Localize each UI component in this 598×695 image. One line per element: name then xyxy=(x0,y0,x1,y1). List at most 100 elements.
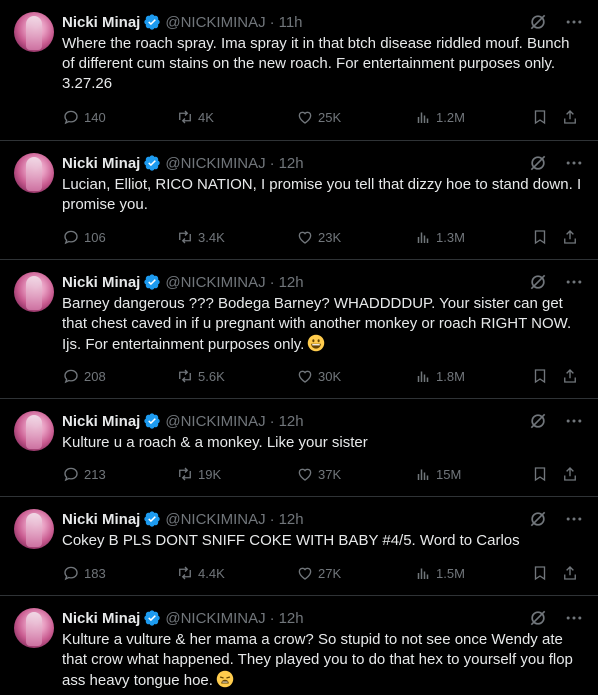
tweet[interactable]: Nicki Minaj @NICKIMINAJ · 12h Barney dan… xyxy=(0,260,598,399)
grok-icon[interactable] xyxy=(528,411,548,431)
like-icon xyxy=(298,111,312,124)
more-icon[interactable] xyxy=(564,411,584,431)
reply-button[interactable]: 208 xyxy=(62,366,106,386)
views-button[interactable]: 1.5M xyxy=(414,563,465,583)
like-button[interactable]: 27K xyxy=(296,563,341,583)
more-icon[interactable] xyxy=(564,12,584,32)
like-count: 25K xyxy=(318,109,342,125)
views-button[interactable]: 1.3M xyxy=(414,227,465,247)
author-handle[interactable]: @NICKIMINAJ xyxy=(165,274,265,291)
avatar[interactable] xyxy=(14,153,54,193)
like-count: 23K xyxy=(318,229,342,245)
tweet-text: Cokey B PLS DONT SNIFF COKE WITH BABY #4… xyxy=(62,532,520,549)
views-button[interactable]: 1.8M xyxy=(414,366,465,386)
tweet[interactable]: Nicki Minaj @NICKIMINAJ · 12h Cokey B PL… xyxy=(0,497,598,596)
author-name[interactable]: Nicki Minaj xyxy=(62,413,140,430)
bookmark-button[interactable] xyxy=(531,366,549,386)
like-icon xyxy=(298,567,312,580)
bookmark-button[interactable] xyxy=(531,107,549,127)
tweet[interactable]: Nicki Minaj @NICKIMINAJ · 12h Kulture u … xyxy=(0,399,598,497)
retweet-icon xyxy=(179,369,191,383)
share-button[interactable] xyxy=(561,227,579,247)
tweet-header: Nicki Minaj @NICKIMINAJ · 12h xyxy=(62,509,584,529)
reply-button[interactable]: 213 xyxy=(62,464,106,484)
bookmark-button[interactable] xyxy=(531,227,549,247)
tweet[interactable]: Nicki Minaj @NICKIMINAJ · 12h Kulture a … xyxy=(0,596,598,695)
share-button[interactable] xyxy=(561,107,579,127)
reply-icon xyxy=(64,230,78,245)
timeline-feed: Nicki Minaj @NICKIMINAJ · 11h Where the … xyxy=(0,0,598,695)
share-button[interactable] xyxy=(561,464,579,484)
views-count: 1.2M xyxy=(436,109,465,125)
retweet-count: 19K xyxy=(198,466,222,482)
bookmark-button[interactable] xyxy=(531,563,549,583)
like-button[interactable]: 37K xyxy=(296,464,341,484)
avatar[interactable] xyxy=(14,509,54,549)
retweet-button[interactable]: 5.6K xyxy=(176,366,225,386)
share-button[interactable] xyxy=(561,563,579,583)
separator-dot: · xyxy=(269,510,275,528)
retweet-button[interactable]: 4.4K xyxy=(176,563,225,583)
author-name[interactable]: Nicki Minaj xyxy=(62,511,140,528)
retweet-button[interactable]: 4K xyxy=(176,107,214,127)
tweet-header: Nicki Minaj @NICKIMINAJ · 12h xyxy=(62,608,584,628)
avatar[interactable] xyxy=(14,608,54,648)
share-button[interactable] xyxy=(561,366,579,386)
timestamp[interactable]: 12h xyxy=(279,511,304,528)
views-button[interactable]: 1.2M xyxy=(414,107,465,127)
timestamp[interactable]: 12h xyxy=(279,610,304,627)
tweet-text: Lucian, Elliot, RICO NATION, I promise y… xyxy=(62,176,582,213)
separator-dot: · xyxy=(269,609,275,627)
timestamp[interactable]: 12h xyxy=(279,274,304,291)
timestamp[interactable]: 12h xyxy=(279,413,304,430)
views-icon xyxy=(417,232,429,243)
author-name[interactable]: Nicki Minaj xyxy=(62,274,140,291)
grok-icon[interactable] xyxy=(528,608,548,628)
like-count: 27K xyxy=(318,565,342,581)
grok-icon[interactable] xyxy=(528,509,548,529)
views-count: 15M xyxy=(436,466,462,482)
retweet-count: 5.6K xyxy=(198,368,225,384)
tweet-actions: 213 19K 37K 15M xyxy=(62,464,584,484)
like-button[interactable]: 25K xyxy=(296,107,341,127)
author-handle[interactable]: @NICKIMINAJ xyxy=(165,610,265,627)
reply-button[interactable]: 183 xyxy=(62,563,106,583)
author-name[interactable]: Nicki Minaj xyxy=(62,610,140,627)
views-button[interactable]: 15M xyxy=(414,464,461,484)
more-icon[interactable] xyxy=(564,509,584,529)
views-count: 1.3M xyxy=(436,229,465,245)
like-button[interactable]: 30K xyxy=(296,366,341,386)
grok-icon[interactable] xyxy=(528,153,548,173)
avatar[interactable] xyxy=(14,272,54,312)
author-handle[interactable]: @NICKIMINAJ xyxy=(165,14,265,31)
more-icon[interactable] xyxy=(564,608,584,628)
avatar[interactable] xyxy=(14,12,54,52)
timestamp[interactable]: 12h xyxy=(279,155,304,172)
reply-button[interactable]: 140 xyxy=(62,107,106,127)
author-handle[interactable]: @NICKIMINAJ xyxy=(165,511,265,528)
author-name[interactable]: Nicki Minaj xyxy=(62,14,140,31)
author-handle[interactable]: @NICKIMINAJ xyxy=(165,413,265,430)
like-icon xyxy=(298,231,312,244)
grok-icon[interactable] xyxy=(528,272,548,292)
tweet-actions: 208 5.6K 30K 1.8M xyxy=(62,366,584,386)
tweet-actions: 140 4K 25K 1.2M xyxy=(62,107,584,127)
bookmark-button[interactable] xyxy=(531,464,549,484)
reply-button[interactable]: 106 xyxy=(62,227,106,247)
timestamp[interactable]: 11h xyxy=(279,14,303,31)
separator-dot: · xyxy=(269,412,275,430)
more-icon[interactable] xyxy=(564,153,584,173)
tweet[interactable]: Nicki Minaj @NICKIMINAJ · 12h Lucian, El… xyxy=(0,141,598,260)
grok-icon[interactable] xyxy=(528,12,548,32)
retweet-button[interactable]: 19K xyxy=(176,464,221,484)
like-button[interactable]: 23K xyxy=(296,227,341,247)
tweet[interactable]: Nicki Minaj @NICKIMINAJ · 11h Where the … xyxy=(0,0,598,141)
like-icon xyxy=(298,370,312,383)
reply-count: 106 xyxy=(84,229,106,245)
retweet-icon xyxy=(179,110,191,124)
retweet-button[interactable]: 3.4K xyxy=(176,227,225,247)
author-name[interactable]: Nicki Minaj xyxy=(62,155,140,172)
more-icon[interactable] xyxy=(564,272,584,292)
avatar[interactable] xyxy=(14,411,54,451)
author-handle[interactable]: @NICKIMINAJ xyxy=(165,155,265,172)
